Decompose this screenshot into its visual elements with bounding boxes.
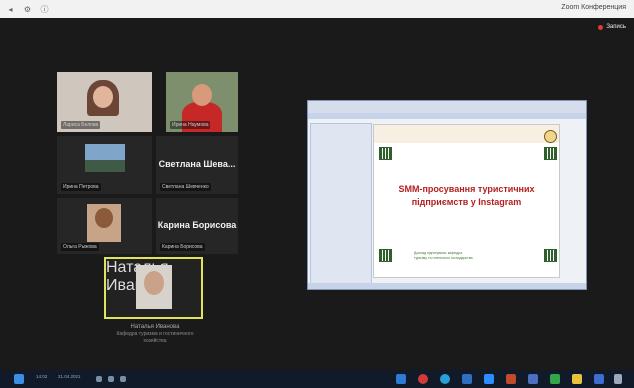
participant-name: Ольга Рыжова	[61, 243, 99, 251]
participant-display-name: Светлана Шева...	[158, 159, 236, 169]
slide-title: SMM-просування туристичних підприємств у…	[380, 183, 553, 209]
participant-face	[192, 84, 212, 106]
app-icon[interactable]	[572, 374, 582, 384]
participant-tile[interactable]: Лариса Белова	[57, 72, 152, 132]
participant-name: Ирина Петрова	[61, 183, 101, 191]
powerpoint-icon[interactable]	[506, 374, 516, 384]
window-titlebar: ◂ ⚙ ⓘ Zoom Конференция	[0, 0, 634, 18]
start-icon[interactable]	[14, 374, 24, 384]
recording-label: Запись	[606, 24, 626, 30]
qr-code-icon	[379, 249, 392, 262]
presentation-toolbar	[308, 113, 586, 119]
notifications-icon[interactable]	[614, 374, 622, 384]
zoom-icon[interactable]	[484, 374, 494, 384]
participant-display-name: Карина Борисова	[157, 220, 237, 230]
participant-tile[interactable]: Светлана Шева... Светлана Шевченко	[156, 136, 238, 194]
taskbar-app-icon[interactable]	[120, 376, 126, 382]
speaker-caption-line: Кафедра туризма и гостиничного	[116, 331, 194, 337]
qr-code-icon	[379, 147, 392, 160]
participant-face	[93, 86, 113, 108]
browser-icon[interactable]	[418, 374, 428, 384]
app-icon[interactable]	[528, 374, 538, 384]
folder-icon[interactable]	[462, 374, 472, 384]
slide-title-line: підприємств у Instagram	[411, 197, 522, 207]
participant-name: Светлана Шевченко	[160, 183, 211, 191]
taskbar-date[interactable]: 21.04.2021	[58, 374, 81, 379]
participant-avatar-detail	[85, 160, 125, 172]
participant-tile[interactable]: Ирина Петрова	[57, 136, 152, 194]
speaker-caption: Наталья Иванова Кафедра туризма и гостин…	[60, 324, 250, 345]
record-icon	[598, 24, 604, 30]
slide-title-line: SMM-просування туристичних	[398, 184, 535, 194]
speaker-caption-name: Наталья Иванова	[130, 324, 180, 330]
slide-thumbnail-pane[interactable]	[310, 123, 372, 285]
taskbar-app-icon[interactable]	[108, 376, 114, 382]
back-icon[interactable]: ◂	[6, 5, 15, 14]
slide-header-banner	[374, 125, 559, 143]
taskbar: 14:02 21.04.2021	[0, 370, 634, 388]
participant-name: Карина Борисова	[160, 243, 205, 251]
participant-name: Ирина Наумова	[170, 121, 211, 129]
windows-icon[interactable]	[396, 374, 406, 384]
taskbar-time[interactable]: 14:02	[36, 374, 47, 379]
edge-icon[interactable]	[440, 374, 450, 384]
participant-tile[interactable]: Ирина Наумова	[166, 72, 238, 132]
participant-face	[95, 208, 113, 228]
window-title: Zoom Конференция	[561, 4, 626, 11]
presentation-statusbar	[308, 283, 586, 289]
speaker-face	[144, 271, 164, 295]
taskbar-app-icon[interactable]	[96, 376, 102, 382]
active-speaker-tile[interactable]: Наталья Иванова	[104, 257, 203, 319]
emblem-icon	[544, 130, 557, 143]
app-icon[interactable]	[550, 374, 560, 384]
presentation-slide: SMM-просування туристичних підприємств у…	[373, 124, 560, 278]
qr-code-icon	[544, 147, 557, 160]
participant-tile[interactable]: Карина Борисова Карина Борисова	[156, 198, 238, 254]
recording-indicator[interactable]: Запись	[598, 24, 626, 30]
slide-footer: Доклад підготувала: кафедра туризму та г…	[414, 251, 473, 261]
gear-icon[interactable]: ⚙	[23, 5, 32, 14]
slide-footer-line: туризму та готельного господарства	[414, 256, 473, 260]
participant-tile[interactable]: Ольга Рыжова	[57, 198, 152, 254]
info-icon[interactable]: ⓘ	[40, 5, 49, 14]
qr-code-icon	[544, 249, 557, 262]
participant-name: Лариса Белова	[61, 121, 101, 129]
app-icon[interactable]	[594, 374, 604, 384]
speaker-caption-line: хозяйства	[143, 338, 167, 344]
